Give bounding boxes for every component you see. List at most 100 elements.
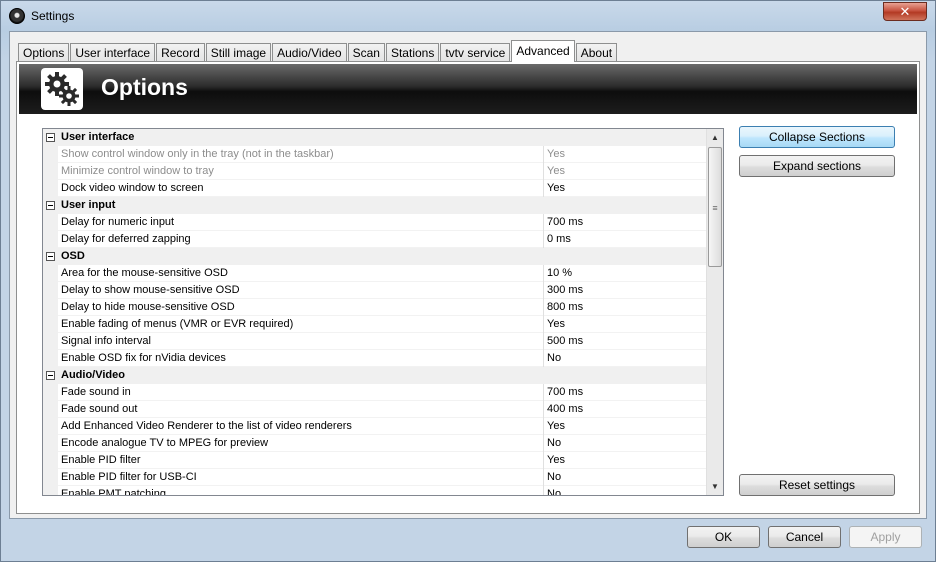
tab-tvtv-service[interactable]: tvtv service — [440, 43, 511, 62]
tab-advanced[interactable]: Advanced — [511, 40, 575, 62]
tab-about[interactable]: About — [575, 43, 618, 62]
row-gutter — [43, 316, 58, 333]
section-title: User input — [61, 199, 116, 211]
section-header[interactable]: Audio/Video — [43, 367, 707, 384]
tab-record[interactable]: Record — [156, 43, 205, 62]
setting-value[interactable]: 700 ms — [547, 214, 583, 231]
setting-value[interactable]: No — [547, 469, 561, 486]
tab-stations[interactable]: Stations — [385, 43, 440, 62]
section-title: OSD — [61, 250, 85, 262]
scroll-up-arrow-icon[interactable]: ▲ — [707, 129, 723, 146]
vertical-scrollbar[interactable]: ▲ ≡ ▼ — [706, 129, 723, 495]
collapse-toggle-icon[interactable] — [46, 252, 55, 261]
setting-row[interactable]: Enable OSD fix for nVidia devices No — [43, 350, 707, 367]
setting-name: Fade sound in — [61, 386, 131, 398]
collapse-toggle-icon[interactable] — [46, 133, 55, 142]
setting-value[interactable]: No — [547, 486, 561, 495]
scroll-down-arrow-icon[interactable]: ▼ — [707, 478, 723, 495]
setting-row[interactable]: Area for the mouse-sensitive OSD 10 % — [43, 265, 707, 282]
setting-row[interactable]: Enable PID filter for USB-CI No — [43, 469, 707, 486]
setting-value[interactable]: 500 ms — [547, 333, 583, 350]
setting-row[interactable]: Enable PMT patching No — [43, 486, 707, 495]
tab-scan[interactable]: Scan — [347, 43, 385, 62]
row-gutter — [43, 486, 58, 495]
setting-name: Add Enhanced Video Renderer to the list … — [61, 420, 352, 432]
setting-row[interactable]: Delay to show mouse-sensitive OSD 300 ms — [43, 282, 707, 299]
setting-name: Encode analogue TV to MPEG for preview — [61, 437, 269, 449]
tab-panel-advanced: Options User interface Show control windo… — [16, 61, 920, 514]
setting-row[interactable]: Fade sound in 700 ms — [43, 384, 707, 401]
collapse-toggle-icon[interactable] — [46, 371, 55, 380]
setting-row[interactable]: Delay for numeric input 700 ms — [43, 214, 707, 231]
setting-row[interactable]: Delay to hide mouse-sensitive OSD 800 ms — [43, 299, 707, 316]
app-icon — [9, 8, 25, 24]
reset-settings-button[interactable]: Reset settings — [739, 474, 895, 496]
tab-user-interface[interactable]: User interface — [70, 43, 156, 62]
setting-row[interactable]: Enable PID filter Yes — [43, 452, 707, 469]
setting-value[interactable]: Yes — [547, 146, 565, 163]
setting-row[interactable]: Fade sound out 400 ms — [43, 401, 707, 418]
column-divider — [543, 452, 544, 469]
setting-value[interactable]: 400 ms — [547, 401, 583, 418]
setting-value[interactable]: 0 ms — [547, 231, 571, 248]
setting-value[interactable]: 300 ms — [547, 282, 583, 299]
setting-value[interactable]: Yes — [547, 163, 565, 180]
setting-row[interactable]: Encode analogue TV to MPEG for preview No — [43, 435, 707, 452]
setting-row[interactable]: Show control window only in the tray (no… — [43, 146, 707, 163]
setting-row[interactable]: Enable fading of menus (VMR or EVR requi… — [43, 316, 707, 333]
collapse-toggle-icon[interactable] — [46, 201, 55, 210]
setting-name: Area for the mouse-sensitive OSD — [61, 267, 228, 279]
cancel-button[interactable]: Cancel — [768, 526, 841, 548]
row-gutter — [43, 214, 58, 231]
ok-button[interactable]: OK — [687, 526, 760, 548]
tab-audio-video[interactable]: Audio/Video — [272, 43, 347, 62]
apply-button[interactable]: Apply — [849, 526, 922, 548]
setting-row[interactable]: Add Enhanced Video Renderer to the list … — [43, 418, 707, 435]
setting-value[interactable]: Yes — [547, 452, 565, 469]
setting-value[interactable]: 700 ms — [547, 384, 583, 401]
column-divider — [543, 231, 544, 248]
setting-value[interactable]: Yes — [547, 316, 565, 333]
setting-name: Enable OSD fix for nVidia devices — [61, 352, 226, 364]
setting-value[interactable]: Yes — [547, 418, 565, 435]
title-bar[interactable]: Settings ✕ — [1, 1, 935, 31]
row-gutter — [43, 333, 58, 350]
setting-name: Delay for numeric input — [61, 216, 175, 228]
scroll-thumb[interactable]: ≡ — [708, 147, 722, 267]
column-divider — [543, 350, 544, 367]
tab-options[interactable]: Options — [18, 43, 70, 62]
setting-row[interactable]: Delay for deferred zapping 0 ms — [43, 231, 707, 248]
setting-name: Enable PID filter — [61, 454, 141, 466]
setting-row[interactable]: Dock video window to screen Yes — [43, 180, 707, 197]
section-header[interactable]: User interface — [43, 129, 707, 146]
column-divider — [543, 180, 544, 197]
setting-name: Enable PID filter for USB-CI — [61, 471, 197, 483]
row-gutter — [43, 384, 58, 401]
collapse-sections-button[interactable]: Collapse Sections — [739, 126, 895, 148]
row-gutter — [43, 231, 58, 248]
settings-window: Settings ✕ Options User interface Record St… — [0, 0, 936, 562]
row-gutter — [43, 163, 58, 180]
tab-still-image[interactable]: Still image — [205, 43, 272, 62]
setting-value[interactable]: No — [547, 435, 561, 452]
tab-strip: Options User interface Record Still image Au… — [18, 40, 618, 62]
column-divider — [543, 163, 544, 180]
setting-row[interactable]: Signal info interval 500 ms — [43, 333, 707, 350]
section-title: User interface — [61, 131, 135, 143]
setting-value[interactable]: No — [547, 350, 561, 367]
expand-sections-button[interactable]: Expand sections — [739, 155, 895, 177]
setting-row[interactable]: Minimize control window to tray Yes — [43, 163, 707, 180]
setting-name: Delay to show mouse-sensitive OSD — [61, 284, 240, 296]
setting-value[interactable]: 800 ms — [547, 299, 583, 316]
settings-grid[interactable]: User interface Show control window only i… — [42, 128, 724, 496]
section-header[interactable]: User input — [43, 197, 707, 214]
row-gutter — [43, 299, 58, 316]
setting-value[interactable]: Yes — [547, 180, 565, 197]
section-header[interactable]: OSD — [43, 248, 707, 265]
close-button[interactable]: ✕ — [883, 2, 927, 21]
column-divider — [543, 146, 544, 163]
row-gutter — [43, 418, 58, 435]
row-gutter — [43, 435, 58, 452]
row-gutter — [43, 180, 58, 197]
setting-value[interactable]: 10 % — [547, 265, 572, 282]
